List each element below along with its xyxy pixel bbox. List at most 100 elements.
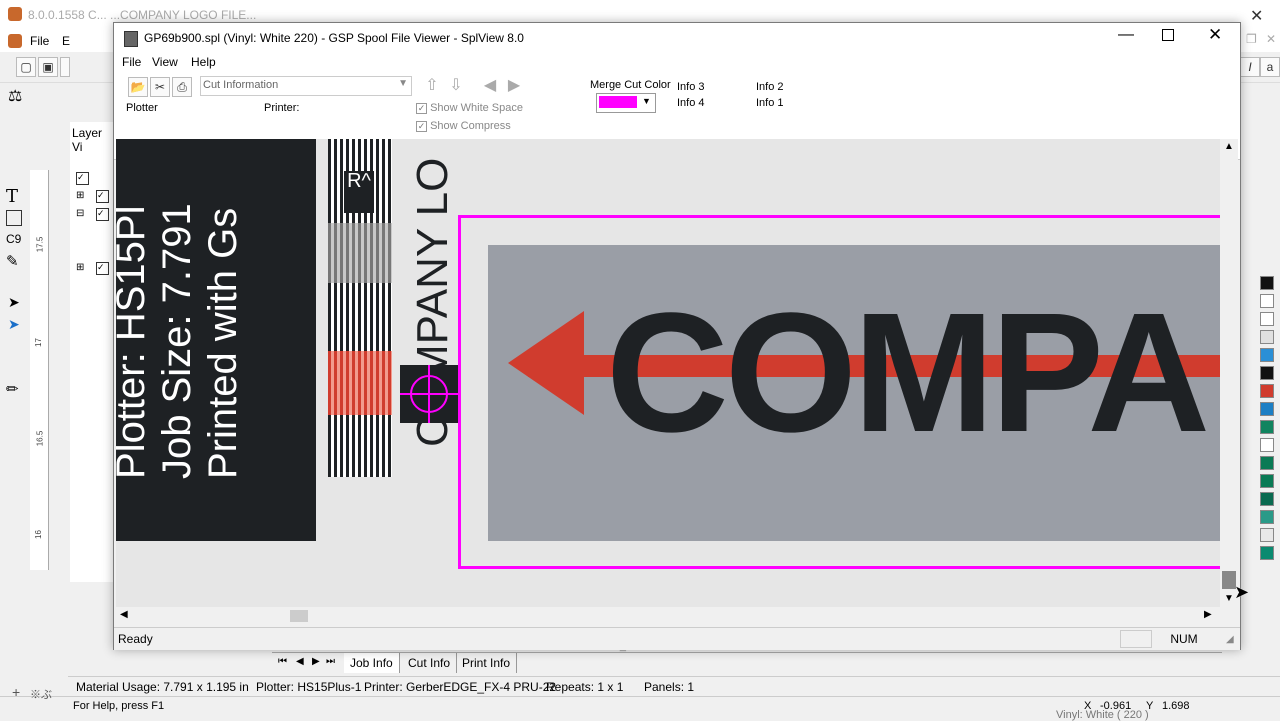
shape-tool-icon[interactable]: C9 — [6, 232, 21, 246]
layer-checkbox[interactable]: ✓ — [96, 190, 109, 203]
palette-swatch[interactable] — [1260, 402, 1274, 416]
dialog-menubar: File View Help — [114, 53, 1240, 73]
bg-add-icon[interactable]: + — [12, 684, 20, 700]
move-up-icon[interactable]: ⇧ — [422, 75, 442, 97]
resize-grip-icon[interactable]: ◢ — [1226, 634, 1234, 645]
info2-label: Info 2 — [756, 81, 784, 93]
close-icon[interactable]: ✕ — [1208, 25, 1222, 45]
move-right-icon[interactable]: ▶ — [504, 75, 524, 97]
bg-menu-file[interactable]: File — [30, 34, 49, 48]
registration-tile-strip: R^ — [328, 139, 392, 477]
dialog-title: GP69b900.spl (Vinyl: White 220) - GSP Sp… — [144, 31, 524, 45]
color-swatch — [599, 96, 637, 108]
layer-checkbox[interactable]: ✓ — [96, 262, 109, 275]
maximize-icon[interactable] — [1162, 29, 1174, 41]
bg-material-status-bar: Material Usage: 7.791 x 1.195 in Plotter… — [68, 676, 1280, 697]
ruler-tick: 16.5 — [35, 430, 45, 447]
dialog-titlebar: GP69b900.spl (Vinyl: White 220) - GSP Sp… — [114, 23, 1240, 53]
show-compress-checkbox[interactable]: ✓ Show Compress — [416, 120, 511, 132]
move-down-icon[interactable]: ⇩ — [446, 75, 466, 97]
info-type-dropdown[interactable]: Cut Information ▼ — [200, 76, 412, 96]
help-text: For Help, press F1 — [73, 700, 165, 712]
italic-icon[interactable]: I — [1240, 57, 1260, 77]
palette-swatch[interactable] — [1260, 456, 1274, 470]
text-box-icon[interactable]: a — [1260, 57, 1280, 77]
show-white-space-checkbox[interactable]: ✓ Show White Space — [416, 102, 523, 114]
info3-label: Info 3 — [677, 81, 705, 93]
scroll-left-icon[interactable]: ◀ — [120, 609, 128, 620]
new-file-icon[interactable]: ▢ — [16, 57, 36, 77]
palette-swatch[interactable] — [1260, 312, 1274, 326]
print-preview-icon[interactable]: ⎙ — [172, 77, 192, 97]
transform-tool-icon[interactable]: ⚖ — [8, 86, 22, 106]
palette-swatch[interactable] — [1260, 294, 1274, 308]
bg-child-close-icon[interactable]: ✕ — [1266, 32, 1276, 46]
layer-view-panel: Layer Vi ✓ ⊞ ✓ ⊟ ✓ ⊞ ✓ — [70, 122, 116, 582]
weed-tool-icon[interactable]: ✏ — [6, 380, 19, 398]
layer-expand-icon[interactable]: ⊞ — [76, 190, 84, 201]
text-tool-icon[interactable]: T — [6, 186, 18, 207]
merge-cut-color-picker[interactable]: ▼ — [596, 93, 656, 113]
open-file-icon[interactable]: ▣ — [38, 57, 58, 77]
tab-prev-icon[interactable]: ◀ — [296, 656, 304, 667]
tab-job-info[interactable]: Job Info — [344, 653, 400, 673]
num-lock-status: NUM — [1170, 632, 1198, 646]
horizontal-scroll-thumb[interactable] — [290, 610, 308, 622]
bg-ime-icon: ※ぶ — [30, 689, 52, 701]
scroll-down-icon[interactable]: ▼ — [1224, 593, 1234, 604]
job-info-panel: Plotter: HS15Pl Job Size: 7.791 Printed … — [116, 139, 316, 541]
palette-swatch[interactable] — [1260, 528, 1274, 542]
info1-label: Info 1 — [756, 97, 784, 109]
menu-file[interactable]: File — [122, 55, 141, 69]
palette-swatch[interactable] — [1260, 366, 1274, 380]
logo-text: COMPA — [606, 278, 1210, 468]
tab-cut-info[interactable]: Cut Info — [402, 653, 458, 673]
horizontal-scrollbar[interactable]: ◀ ▶ — [116, 607, 1220, 625]
info-type-value: Cut Information — [203, 79, 279, 91]
printer-label: Printer: — [264, 102, 300, 114]
spool-preview-canvas[interactable]: Plotter: HS15Pl Job Size: 7.791 Printed … — [116, 139, 1220, 607]
palette-swatch[interactable] — [1260, 384, 1274, 398]
palette-swatch[interactable] — [1260, 492, 1274, 506]
select-tool-icon[interactable]: ➤ — [8, 294, 20, 311]
logo-arrow-head-icon — [508, 311, 584, 415]
move-left-icon[interactable]: ◀ — [480, 75, 500, 97]
tab-print-info[interactable]: Print Info — [456, 653, 518, 673]
palette-swatch[interactable] — [1260, 546, 1274, 560]
layer-collapse-icon[interactable]: ⊟ — [76, 208, 84, 219]
bg-close-icon[interactable]: ✕ — [1250, 6, 1263, 26]
chevron-down-icon: ▼ — [398, 78, 408, 89]
minimize-icon[interactable]: — — [1118, 26, 1134, 44]
palette-swatch[interactable] — [1260, 420, 1274, 434]
palette-swatch[interactable] — [1260, 510, 1274, 524]
rectangle-tool-icon[interactable] — [6, 210, 22, 226]
save-file-icon[interactable] — [60, 57, 70, 77]
checkbox-mark: ✓ — [416, 120, 427, 132]
scroll-up-icon[interactable]: ▲ — [1224, 141, 1234, 152]
bg-restore-icon[interactable]: ❐ — [1246, 32, 1257, 46]
tab-next-icon[interactable]: ▶ — [312, 656, 320, 667]
vertical-scrollbar[interactable]: ▲ ▼ — [1220, 139, 1238, 607]
palette-swatch[interactable] — [1260, 348, 1274, 362]
layer-checkbox[interactable]: ✓ — [76, 172, 89, 185]
palette-swatch[interactable] — [1260, 438, 1274, 452]
node-tool-icon[interactable]: ➤ — [8, 316, 20, 333]
pen-tool-icon[interactable]: ✎ — [6, 252, 19, 270]
ruler-tick: 17 — [33, 338, 43, 347]
tab-first-icon[interactable]: ⏮ — [278, 656, 287, 667]
tab-last-icon[interactable]: ⏭ — [326, 656, 335, 667]
show-compress-label: Show Compress — [430, 120, 511, 132]
palette-swatch[interactable] — [1260, 330, 1274, 344]
layer-expand-icon[interactable]: ⊞ — [76, 262, 84, 273]
menu-help[interactable]: Help — [191, 55, 216, 69]
cut-preview-icon[interactable]: ✂ — [150, 77, 170, 97]
open-spool-icon[interactable]: 📂 — [128, 77, 148, 97]
palette-swatch[interactable] — [1260, 474, 1274, 488]
printer-status-text: Printer: GerberEDGE_FX-4 PRU-22 — [364, 680, 557, 694]
scroll-right-icon[interactable]: ▶ — [1204, 609, 1212, 620]
material-usage-text: Material Usage: 7.791 x 1.195 in — [76, 680, 249, 694]
menu-view[interactable]: View — [152, 55, 178, 69]
palette-swatch[interactable] — [1260, 276, 1274, 290]
bg-menu-edit[interactable]: E — [62, 34, 70, 48]
layer-checkbox[interactable]: ✓ — [96, 208, 109, 221]
